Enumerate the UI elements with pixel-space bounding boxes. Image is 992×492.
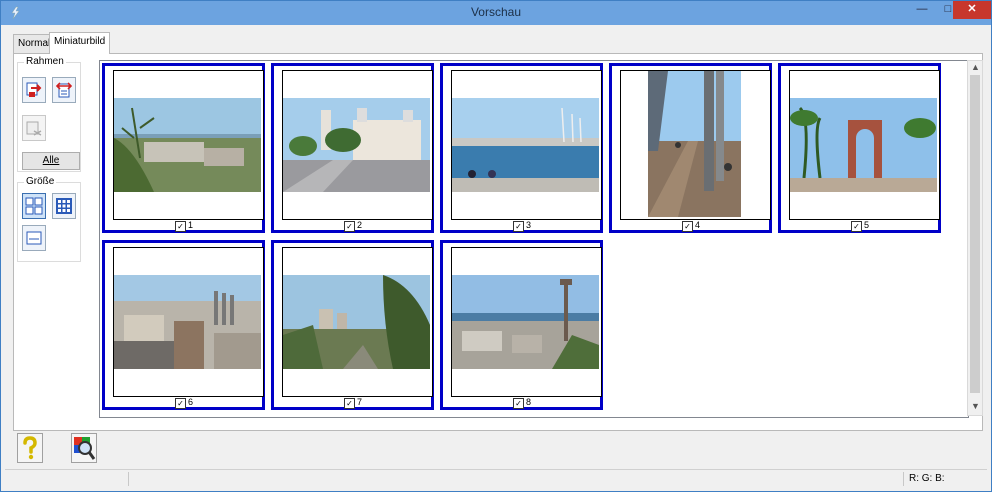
window-title: Vorschau xyxy=(470,5,522,19)
vertical-scrollbar[interactable]: ▲ ▼ xyxy=(967,60,983,416)
thumbnail-checkbox[interactable]: ✓ xyxy=(175,398,186,409)
tab-panel-thumbnails: Rahmen Alle Größe ✓ 1 ✓ 2 ✓ 3 ✓ 4 ✓ 5 ✓ … xyxy=(13,53,983,431)
scrollbar-thumb[interactable] xyxy=(970,75,980,393)
thumbnail-3[interactable]: ✓ 3 xyxy=(440,63,603,233)
thumbnail-checkbox[interactable]: ✓ xyxy=(851,221,862,232)
thumbnail-number: 5 xyxy=(864,220,870,230)
photo-8 xyxy=(452,275,599,369)
thumbnail-frame xyxy=(282,70,433,220)
status-separator xyxy=(128,472,129,486)
close-button[interactable]: ✕ xyxy=(953,1,991,19)
thumbnail-checkbox[interactable]: ✓ xyxy=(682,221,693,232)
photo-7 xyxy=(283,275,430,369)
photo-5 xyxy=(790,98,937,192)
thumbnail-4[interactable]: ✓ 4 xyxy=(609,63,772,233)
magnifier-icon xyxy=(74,437,96,460)
thumbnail-number: 6 xyxy=(188,397,194,407)
thumbnail-2[interactable]: ✓ 2 xyxy=(271,63,434,233)
large-thumbnails-icon xyxy=(25,197,43,215)
delete-frame-button[interactable] xyxy=(22,115,46,141)
close-icon: ✕ xyxy=(967,3,977,15)
minimize-button[interactable]: — xyxy=(909,1,935,19)
scroll-up-icon[interactable]: ▲ xyxy=(971,62,980,72)
size-single-button[interactable] xyxy=(22,225,46,251)
thumbnail-number: 4 xyxy=(695,220,701,230)
frame-rotate-icon xyxy=(55,82,73,98)
status-bar: R: G: B: xyxy=(5,469,987,488)
sidebar: Rahmen Alle Größe xyxy=(17,56,83,262)
photo-4 xyxy=(648,71,741,217)
thumbnail-frame xyxy=(451,70,602,220)
status-separator xyxy=(903,472,904,486)
frame-select-icon xyxy=(26,82,42,97)
select-all-button[interactable]: Alle xyxy=(22,152,80,170)
photo-1 xyxy=(114,98,261,192)
small-thumbnails-icon xyxy=(56,198,72,214)
photo-3 xyxy=(452,98,599,192)
select-frame-button[interactable] xyxy=(22,77,46,103)
thumbnail-number: 3 xyxy=(526,220,532,230)
thumbnail-checkbox[interactable]: ✓ xyxy=(513,221,524,232)
thumbnail-8[interactable]: ✓ 8 xyxy=(440,240,603,410)
thumbnail-5[interactable]: ✓ 5 xyxy=(778,63,941,233)
thumbnail-number: 2 xyxy=(357,220,363,230)
thumbnail-frame xyxy=(620,70,771,220)
size-group-legend: Größe xyxy=(24,176,57,187)
frame-group-legend: Rahmen xyxy=(24,56,66,67)
thumbnail-frame xyxy=(113,247,264,397)
tab-miniaturbild[interactable]: Miniaturbild xyxy=(49,32,111,54)
zoom-preview-button[interactable] xyxy=(71,433,97,463)
select-all-label: Alle xyxy=(42,155,60,166)
title-bar[interactable]: Vorschau — □ ✕ xyxy=(1,1,991,25)
thumbnail-checkbox[interactable]: ✓ xyxy=(344,221,355,232)
rgb-readout: R: G: B: xyxy=(909,473,945,484)
thumbnail-7[interactable]: ✓ 7 xyxy=(271,240,434,410)
thumbnail-1[interactable]: ✓ 1 xyxy=(102,63,265,233)
photo-6 xyxy=(114,275,261,369)
thumbnail-frame xyxy=(282,247,433,397)
question-mark-icon xyxy=(23,436,37,460)
thumbnail-frame xyxy=(789,70,940,220)
thumbnail-6[interactable]: ✓ 6 xyxy=(102,240,265,410)
thumbnail-frame xyxy=(113,70,264,220)
help-button[interactable] xyxy=(17,433,43,463)
size-small-button[interactable] xyxy=(52,193,76,219)
photo-2 xyxy=(283,98,430,192)
thumbnail-checkbox[interactable]: ✓ xyxy=(513,398,524,409)
thumbnail-number: 1 xyxy=(188,220,194,230)
single-thumbnail-icon xyxy=(26,231,42,245)
thumbnail-number: 7 xyxy=(357,397,363,407)
thumbnail-number: 8 xyxy=(526,397,532,407)
frame-group: Rahmen Alle xyxy=(17,56,81,172)
size-group: Größe xyxy=(17,176,81,262)
size-large-button[interactable] xyxy=(22,193,46,219)
frame-delete-icon xyxy=(26,121,42,136)
window-client: Normal Miniaturbild Rahmen Alle Größe ✓ … xyxy=(5,25,987,488)
maximize-icon: □ xyxy=(944,3,952,15)
rotate-frame-button[interactable] xyxy=(52,77,76,103)
thumbnail-checkbox[interactable]: ✓ xyxy=(344,398,355,409)
minimize-icon: — xyxy=(916,3,928,15)
scroll-down-icon[interactable]: ▼ xyxy=(971,401,980,411)
thumbnail-grid: ✓ 1 ✓ 2 ✓ 3 ✓ 4 ✓ 5 ✓ 6 ✓ 7 ✓ 8 xyxy=(99,60,969,418)
thumbnail-frame xyxy=(451,247,602,397)
preview-window: Vorschau — □ ✕ Normal Miniaturbild Rahme… xyxy=(0,0,992,492)
thumbnail-checkbox[interactable]: ✓ xyxy=(175,221,186,232)
